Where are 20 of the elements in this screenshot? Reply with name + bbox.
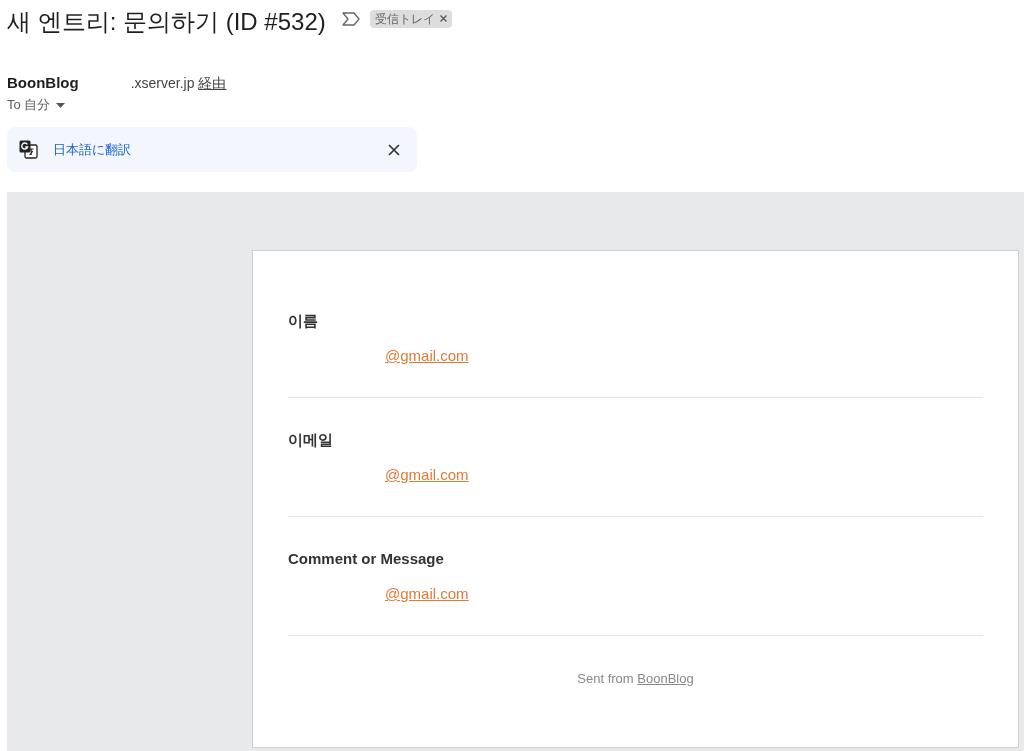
field-label: 이름: [288, 311, 319, 331]
translate-link[interactable]: 日本語に翻訳: [53, 139, 131, 160]
footer-link[interactable]: BoonBlog: [637, 671, 694, 686]
close-icon: [388, 143, 400, 156]
sender-via: .xserver.jp 経由: [130, 74, 227, 93]
email-link[interactable]: @gmail.com: [385, 346, 469, 366]
email-subject: 새 엔트리: 문의하기 (ID #532): [7, 7, 326, 37]
importance-marker-icon[interactable]: [341, 11, 360, 26]
label-chip[interactable]: 受信トレイ: [369, 9, 452, 28]
email-link[interactable]: @gmail.com: [385, 584, 469, 604]
translate-icon: [19, 140, 38, 159]
footer-text: Sent from BoonBlog: [577, 670, 694, 688]
sender-name: BoonBlog: [7, 73, 79, 93]
remove-label-icon[interactable]: [439, 15, 447, 22]
via-link[interactable]: 経由: [198, 75, 227, 91]
recipient-dropdown[interactable]: To 自分: [7, 96, 66, 114]
field-label: 이메일: [288, 430, 334, 450]
email-link[interactable]: @gmail.com: [385, 465, 469, 485]
caret-icon: [56, 102, 66, 108]
field-label: Comment or Message: [288, 549, 445, 569]
